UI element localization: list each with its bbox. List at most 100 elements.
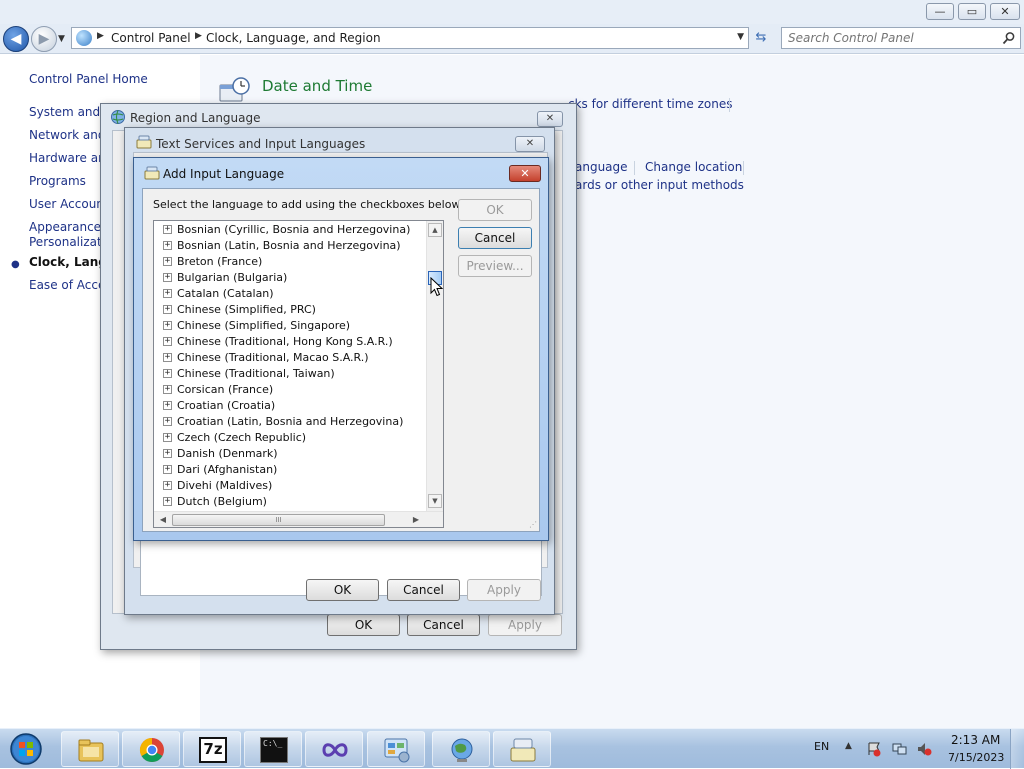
taskbar-explorer[interactable] bbox=[61, 731, 119, 767]
expand-icon[interactable]: + bbox=[163, 417, 172, 426]
input-language-indicator[interactable]: EN bbox=[814, 740, 829, 753]
language-tree-item[interactable]: + Corsican (France) bbox=[154, 382, 424, 398]
scroll-left-button[interactable]: ◀ bbox=[156, 513, 170, 527]
show-desktop-button[interactable] bbox=[1010, 729, 1024, 769]
breadcrumb-control-panel[interactable]: Control Panel bbox=[111, 31, 191, 45]
expand-icon[interactable]: + bbox=[163, 257, 172, 266]
sidebar-item-network[interactable]: Network and bbox=[29, 128, 106, 142]
show-hidden-icons-button[interactable]: ▲ bbox=[845, 741, 852, 751]
text-services-cancel-button[interactable]: Cancel bbox=[387, 579, 460, 601]
language-tree-item[interactable]: + Dutch (Belgium) bbox=[154, 494, 424, 510]
change-location-link[interactable]: Change location bbox=[645, 160, 742, 174]
breadcrumb-clock-language-region[interactable]: Clock, Language, and Region bbox=[206, 31, 381, 45]
expand-icon[interactable]: + bbox=[163, 465, 172, 474]
expand-icon[interactable]: + bbox=[163, 321, 172, 330]
search-input[interactable] bbox=[788, 30, 998, 46]
breadcrumb-separator-icon[interactable]: ▶ bbox=[97, 31, 104, 41]
tree-horizontal-scrollbar[interactable]: ◀ III ▶ bbox=[154, 511, 443, 527]
language-tree-item[interactable]: + Chinese (Traditional, Hong Kong S.A.R.) bbox=[154, 334, 424, 350]
taskbar-cmd[interactable]: C:\_ bbox=[244, 731, 302, 767]
action-center-icon[interactable] bbox=[866, 741, 882, 757]
sidebar-item-programs[interactable]: Programs bbox=[29, 174, 86, 188]
language-tree-item[interactable]: + Bosnian (Latin, Bosnia and Herzegovina) bbox=[154, 238, 424, 254]
add-language-close-button[interactable]: ✕ bbox=[509, 165, 541, 182]
language-tree-item[interactable]: + Chinese (Simplified, PRC) bbox=[154, 302, 424, 318]
forward-button[interactable]: ▶ bbox=[31, 26, 57, 52]
region-close-button[interactable]: ✕ bbox=[537, 111, 563, 127]
expand-icon[interactable]: + bbox=[163, 289, 172, 298]
language-tree-item[interactable]: + Chinese (Simplified, Singapore) bbox=[154, 318, 424, 334]
region-cancel-button[interactable]: Cancel bbox=[407, 614, 480, 636]
add-language-cancel-button[interactable]: Cancel bbox=[458, 227, 532, 249]
taskbar-text-services[interactable] bbox=[493, 731, 551, 767]
text-services-close-button[interactable]: ✕ bbox=[515, 136, 545, 152]
language-tree-item[interactable]: + Bosnian (Cyrillic, Bosnia and Herzegovi… bbox=[154, 222, 424, 238]
search-icon[interactable] bbox=[1002, 31, 1016, 45]
taskbar-chrome[interactable] bbox=[122, 731, 180, 767]
back-button[interactable]: ◀ bbox=[3, 26, 29, 52]
language-tree-item[interactable]: + Breton (France) bbox=[154, 254, 424, 270]
minimize-button[interactable]: — bbox=[926, 3, 954, 20]
tree-vertical-scrollbar[interactable]: ▲ ▼ bbox=[426, 221, 443, 511]
expand-icon[interactable]: + bbox=[163, 433, 172, 442]
taskbar-7zip[interactable]: 7z bbox=[183, 731, 241, 767]
expand-icon[interactable]: + bbox=[163, 449, 172, 458]
sidebar-item-user-accounts[interactable]: User Account bbox=[29, 197, 109, 211]
language-tree-item[interactable]: + Danish (Denmark) bbox=[154, 446, 424, 462]
add-clocks-link[interactable]: cks for different time zones bbox=[568, 97, 733, 111]
expand-icon[interactable]: + bbox=[163, 225, 172, 234]
language-tree-item[interactable]: + Bulgarian (Bulgaria) bbox=[154, 270, 424, 286]
maximize-button[interactable]: ▭ bbox=[958, 3, 986, 20]
recent-pages-dropdown[interactable]: ▼ bbox=[58, 34, 65, 44]
language-tree-item[interactable]: + Chinese (Traditional, Macao S.A.R.) bbox=[154, 350, 424, 366]
region-globe-icon bbox=[451, 738, 473, 762]
scroll-up-button[interactable]: ▲ bbox=[428, 223, 442, 237]
region-ok-button[interactable]: OK bbox=[327, 614, 400, 636]
language-tree-item[interactable]: + Chinese (Traditional, Taiwan) bbox=[154, 366, 424, 382]
expand-icon[interactable]: + bbox=[163, 241, 172, 250]
start-button[interactable] bbox=[6, 732, 46, 766]
text-services-ok-button[interactable]: OK bbox=[306, 579, 379, 601]
taskbar-control-panel[interactable] bbox=[367, 731, 425, 767]
clock-date[interactable]: 7/15/2023 bbox=[948, 751, 1004, 764]
language-tree[interactable]: + Bosnian (Cyrillic, Bosnia and Herzegovi… bbox=[153, 220, 444, 528]
language-label: Dari (Afghanistan) bbox=[177, 463, 278, 476]
breadcrumb-separator-icon[interactable]: ▶ bbox=[195, 31, 202, 41]
sidebar-item-personalization[interactable]: Personalizati bbox=[29, 235, 105, 249]
expand-icon[interactable]: + bbox=[163, 497, 172, 506]
expand-icon[interactable]: + bbox=[163, 401, 172, 410]
change-keyboards-link[interactable]: ards or other input methods bbox=[575, 178, 744, 192]
expand-icon[interactable]: + bbox=[163, 369, 172, 378]
clock-time[interactable]: 2:13 AM bbox=[951, 733, 1000, 747]
language-tree-item[interactable]: + Dari (Afghanistan) bbox=[154, 462, 424, 478]
resize-grip[interactable]: ⋰ bbox=[529, 520, 537, 529]
language-tree-item[interactable]: + Catalan (Catalan) bbox=[154, 286, 424, 302]
address-box[interactable]: ▶ Control Panel ▶ Clock, Language, and R… bbox=[71, 27, 749, 49]
address-dropdown-icon[interactable]: ▼ bbox=[737, 32, 744, 42]
taskbar-infinity-app[interactable] bbox=[305, 731, 363, 767]
expand-icon[interactable]: + bbox=[163, 481, 172, 490]
language-tree-item[interactable]: + Divehi (Maldives) bbox=[154, 478, 424, 494]
search-box[interactable] bbox=[781, 27, 1021, 49]
expand-icon[interactable]: + bbox=[163, 353, 172, 362]
expand-icon[interactable]: + bbox=[163, 273, 172, 282]
date-time-heading-link[interactable]: Date and Time bbox=[262, 77, 372, 95]
expand-icon[interactable]: + bbox=[163, 305, 172, 314]
taskbar-region-language[interactable] bbox=[432, 731, 490, 767]
control-panel-home-link[interactable]: Control Panel Home bbox=[29, 72, 148, 86]
language-tree-item[interactable]: + Croatian (Croatia) bbox=[154, 398, 424, 414]
refresh-button[interactable]: ⇆ bbox=[751, 29, 771, 47]
add-language-link[interactable]: anguage bbox=[575, 160, 628, 174]
language-label: Chinese (Traditional, Macao S.A.R.) bbox=[177, 351, 369, 364]
network-icon[interactable] bbox=[891, 741, 907, 757]
language-label: Catalan (Catalan) bbox=[177, 287, 274, 300]
expand-icon[interactable]: + bbox=[163, 385, 172, 394]
scroll-down-button[interactable]: ▼ bbox=[428, 494, 442, 508]
language-tree-item[interactable]: + Czech (Czech Republic) bbox=[154, 430, 424, 446]
scroll-right-button[interactable]: ▶ bbox=[409, 513, 423, 527]
volume-muted-icon[interactable] bbox=[916, 741, 932, 757]
expand-icon[interactable]: + bbox=[163, 337, 172, 346]
close-window-button[interactable]: ✕ bbox=[990, 3, 1020, 20]
horizontal-scroll-thumb[interactable]: III bbox=[172, 514, 385, 526]
language-tree-item[interactable]: + Croatian (Latin, Bosnia and Herzegovina… bbox=[154, 414, 424, 430]
